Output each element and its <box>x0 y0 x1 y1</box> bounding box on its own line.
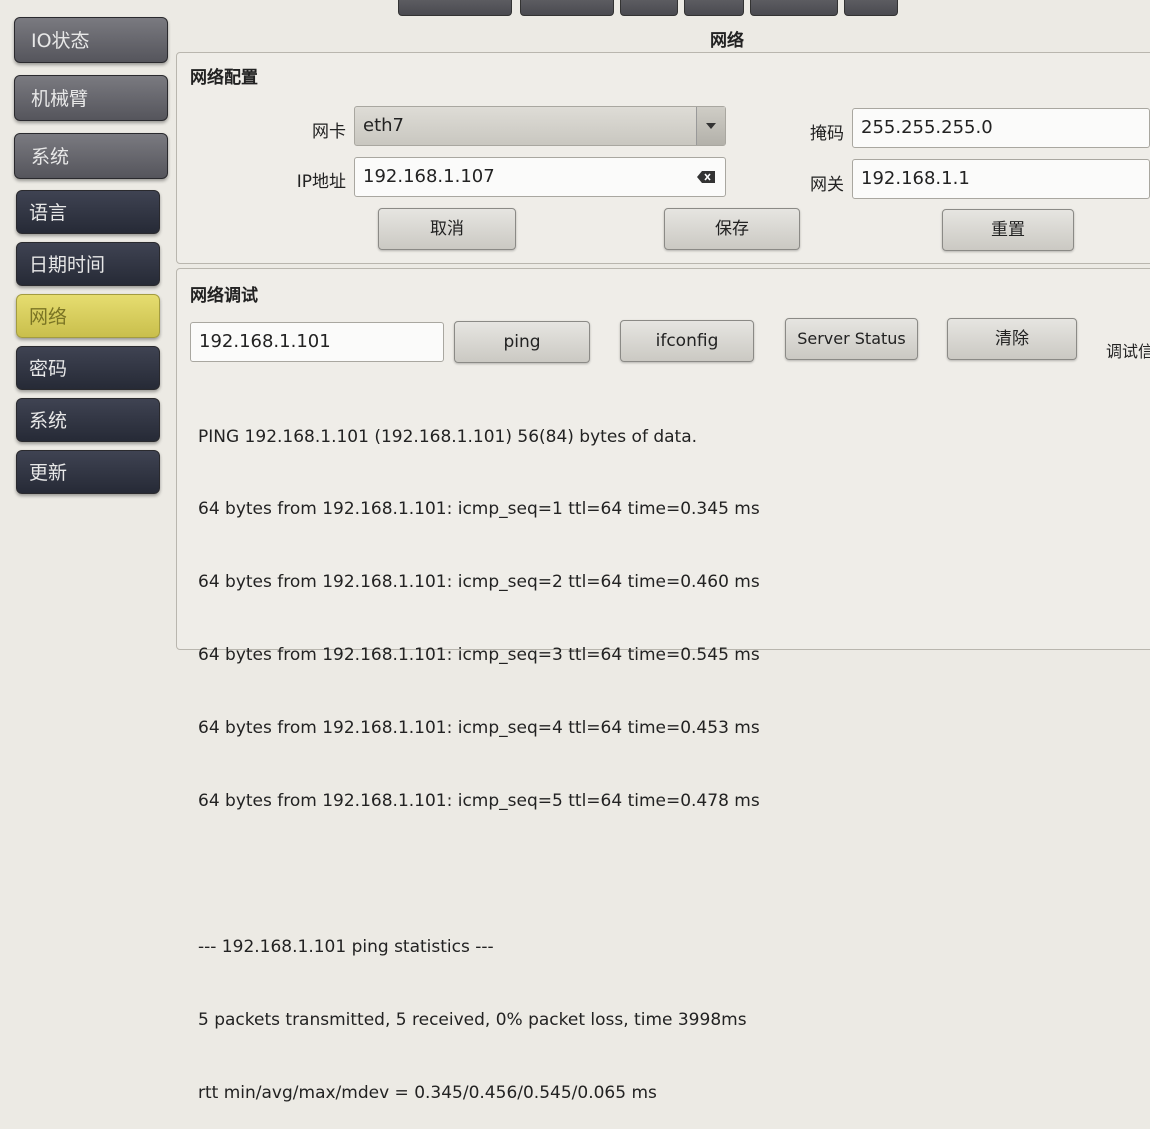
output-line: 64 bytes from 192.168.1.101: icmp_seq=1 … <box>198 499 760 520</box>
output-line: --- 192.168.1.101 ping statistics --- <box>198 936 494 957</box>
sidebar-item-password[interactable]: 密码 <box>16 346 160 390</box>
ping-button[interactable]: ping <box>454 321 590 363</box>
server-status-button[interactable]: Server Status <box>785 318 918 360</box>
sidebar-item-datetime[interactable]: 日期时间 <box>16 242 160 286</box>
mask-label: 掩码 <box>810 124 844 144</box>
top-tab-4[interactable] <box>684 0 744 16</box>
top-tab-6[interactable] <box>844 0 898 16</box>
output-line: 64 bytes from 192.168.1.101: icmp_seq=4 … <box>198 718 760 739</box>
top-tab-5[interactable] <box>750 0 838 16</box>
sidebar-item-robot-arm[interactable]: 机械臂 <box>14 75 168 121</box>
sidebar-item-system-main[interactable]: 系统 <box>14 133 168 179</box>
sidebar-item-update[interactable]: 更新 <box>16 450 160 494</box>
reset-button[interactable]: 重置 <box>942 209 1074 251</box>
page-title: 网络 <box>710 31 744 51</box>
output-line: 64 bytes from 192.168.1.101: icmp_seq=5 … <box>198 791 760 812</box>
nic-select-value: eth7 <box>363 115 404 136</box>
ip-input-value: 192.168.1.107 <box>363 166 495 187</box>
gateway-label: 网关 <box>810 175 844 195</box>
top-tab-2[interactable] <box>520 0 614 16</box>
sidebar-item-io-status[interactable]: IO状态 <box>14 17 168 63</box>
output-line: rtt min/avg/max/mdev = 0.345/0.456/0.545… <box>198 1082 657 1103</box>
debug-output: PING 192.168.1.101 (192.168.1.101) 56(84… <box>198 376 1098 1129</box>
top-tab-3[interactable] <box>620 0 678 16</box>
network-debug-title: 网络调试 <box>190 286 258 306</box>
output-line: 5 packets transmitted, 5 received, 0% pa… <box>198 1009 747 1030</box>
sidebar-item-language[interactable]: 语言 <box>16 190 160 234</box>
output-line: 64 bytes from 192.168.1.101: icmp_seq=2 … <box>198 572 760 593</box>
ifconfig-button[interactable]: ifconfig <box>620 320 754 362</box>
network-config-title: 网络配置 <box>190 68 258 88</box>
save-button[interactable]: 保存 <box>664 208 800 250</box>
clear-button[interactable]: 清除 <box>947 318 1077 360</box>
cancel-button[interactable]: 取消 <box>378 208 516 250</box>
nic-label: 网卡 <box>312 122 346 142</box>
sidebar-item-network[interactable]: 网络 <box>16 294 160 338</box>
debug-info-label: 调试信 <box>1106 342 1150 361</box>
nic-select[interactable]: eth7 <box>354 106 726 146</box>
output-line: PING 192.168.1.101 (192.168.1.101) 56(84… <box>198 426 698 447</box>
sidebar-item-system[interactable]: 系统 <box>16 398 160 442</box>
ip-label: IP地址 <box>296 172 346 192</box>
output-line: 64 bytes from 192.168.1.101: icmp_seq=3 … <box>198 645 760 666</box>
clear-icon[interactable] <box>697 171 715 183</box>
top-tab-1[interactable] <box>398 0 512 16</box>
chevron-down-icon[interactable] <box>696 107 725 145</box>
mask-input[interactable]: 255.255.255.0 <box>852 108 1150 148</box>
ip-input[interactable]: 192.168.1.107 <box>354 157 726 197</box>
gateway-input[interactable]: 192.168.1.1 <box>852 159 1150 199</box>
target-ip-input[interactable]: 192.168.1.101 <box>190 322 444 362</box>
